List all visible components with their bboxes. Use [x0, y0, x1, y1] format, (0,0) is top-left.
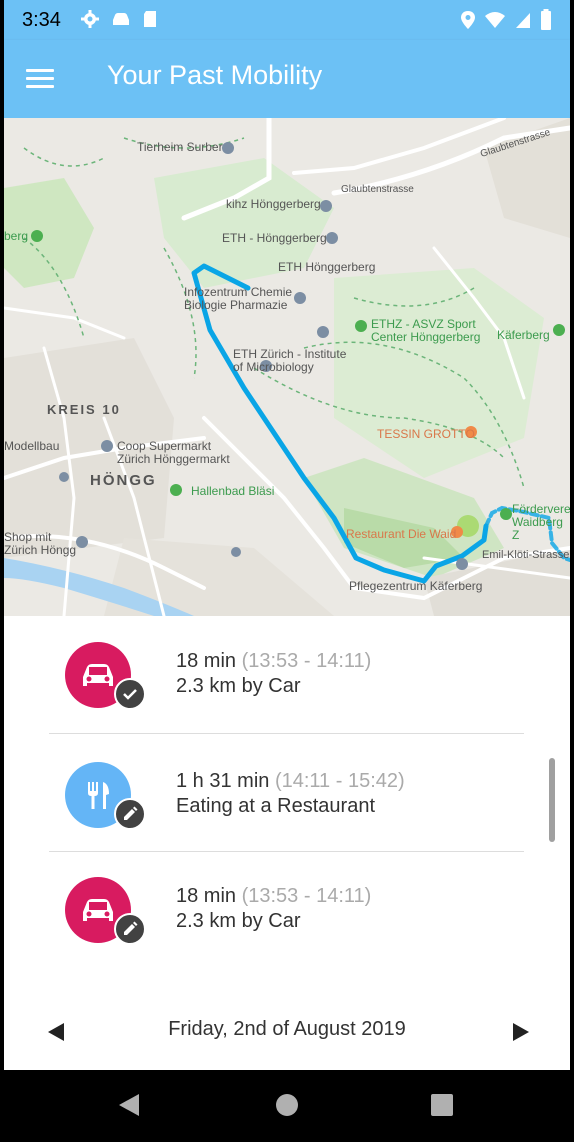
map-label-emil-kloeti: Emil-Klöti-Strasse	[482, 549, 570, 561]
back-icon[interactable]	[117, 1092, 141, 1123]
map-label-eth-microbiology: ETH Zürich - Institute of Microbiology	[233, 347, 347, 374]
phone-screen: 3:34 Your Past Mobility Tierheim Surber …	[4, 0, 570, 1142]
list-item[interactable]: 1 h 31 min (14:11 - 15:42) Eating at a R…	[4, 734, 570, 852]
map-label-kreis10: KREIS 10	[47, 402, 121, 417]
location-icon	[461, 11, 475, 29]
wifi-icon	[485, 12, 505, 28]
map-label-foerderverein: Förderverei Waidberg Z	[512, 503, 570, 542]
trip-detail: 2.3 km by Car	[176, 910, 301, 932]
status-time: 3:34	[22, 9, 61, 31]
map-label-coop: Coop Supermarkt Zürich Hönggermarkt	[117, 439, 230, 466]
list-item[interactable]: 18 min (13:53 - 14:11) 2.3 km by Car	[4, 616, 570, 734]
home-icon[interactable]	[275, 1092, 299, 1123]
recents-icon[interactable]	[430, 1092, 454, 1123]
trip-detail: 2.3 km by Car	[176, 675, 301, 697]
map-label-modellbau: Modellbau	[4, 439, 60, 453]
map-label-glaubtenstrasse: Glaubtenstrasse	[341, 184, 414, 195]
trip-duration-value: 18 min	[176, 885, 237, 907]
page-title: Your Past Mobility	[107, 60, 323, 90]
map-label-hallenbad: Hallenbad Bläsi	[191, 484, 275, 498]
trip-duration-value: 1 h 31 min	[176, 770, 270, 792]
map-label-berg: berg	[4, 229, 29, 243]
map-label-eth-hoenggerberg-2: ETH Hönggerberg	[278, 260, 376, 274]
scrollbar[interactable]	[549, 758, 555, 842]
signal-icon	[516, 13, 530, 28]
check-icon[interactable]	[114, 678, 146, 710]
trip-duration: 18 min (13:53 - 14:11)	[176, 885, 371, 908]
status-icons-left	[80, 9, 158, 29]
status-bar: 3:34	[4, 0, 570, 40]
gear-icon	[81, 10, 99, 28]
trip-duration: 1 h 31 min (14:11 - 15:42)	[176, 770, 405, 793]
battery-icon	[541, 9, 551, 30]
trip-time-range: (14:11 - 15:42)	[274, 770, 405, 792]
car-icon	[113, 13, 129, 25]
map-label-tessin-grotto: TESSIN GROTTO	[377, 427, 475, 441]
arrow-right-icon[interactable]	[509, 1020, 533, 1044]
map-label-kaeferberg: Käferberg	[497, 328, 550, 342]
list-item[interactable]: 18 min (13:53 - 14:11) 2.3 km by Car	[4, 852, 570, 970]
map-label-kihz: kihz Hönggerberg	[226, 197, 321, 211]
map-label-infozentrum: Infozentrum Chemie Biologie Pharmazie	[184, 285, 293, 312]
map-label-restaurant-waid: Restaurant Die Waid	[346, 527, 457, 541]
trip-time-range: (13:53 - 14:11)	[241, 885, 372, 907]
sd-card-icon	[144, 11, 156, 27]
status-icons-right	[460, 9, 552, 31]
map-label-pflegezentrum: Pflegezentrum Käferberg	[349, 579, 483, 593]
date-label: Friday, 2nd of August 2019	[168, 1018, 406, 1040]
map-label-tierheim: Tierheim Surber	[137, 140, 223, 154]
trip-detail: Eating at a Restaurant	[176, 795, 376, 817]
trip-duration: 18 min (13:53 - 14:11)	[176, 650, 371, 673]
trip-time-range: (13:53 - 14:11)	[241, 650, 372, 672]
date-navigation: Friday, 2nd of August 2019	[4, 996, 570, 1068]
map-label-ethz-asvz: ETHZ - ASVZ Sport Center Hönggerberg	[371, 317, 481, 344]
navigation-bar	[4, 1070, 570, 1142]
map-label-hoengg: HÖNGG	[90, 472, 157, 489]
hamburger-menu-icon[interactable]	[26, 64, 56, 94]
app-bar: Your Past Mobility	[4, 40, 570, 118]
map-view[interactable]: Tierheim Surber Glaubtenstrasse Glaubten…	[4, 118, 570, 616]
map-label-eth-hoenggerberg-1: ETH - Hönggerberg	[222, 231, 327, 245]
trip-list[interactable]: 18 min (13:53 - 14:11) 2.3 km by Car 1 h…	[4, 616, 570, 996]
edit-pencil-icon[interactable]	[114, 913, 146, 945]
edit-pencil-icon[interactable]	[114, 798, 146, 830]
trip-duration-value: 18 min	[176, 650, 237, 672]
map-label-shop: Shop mit Zürich Höngg	[4, 530, 77, 557]
